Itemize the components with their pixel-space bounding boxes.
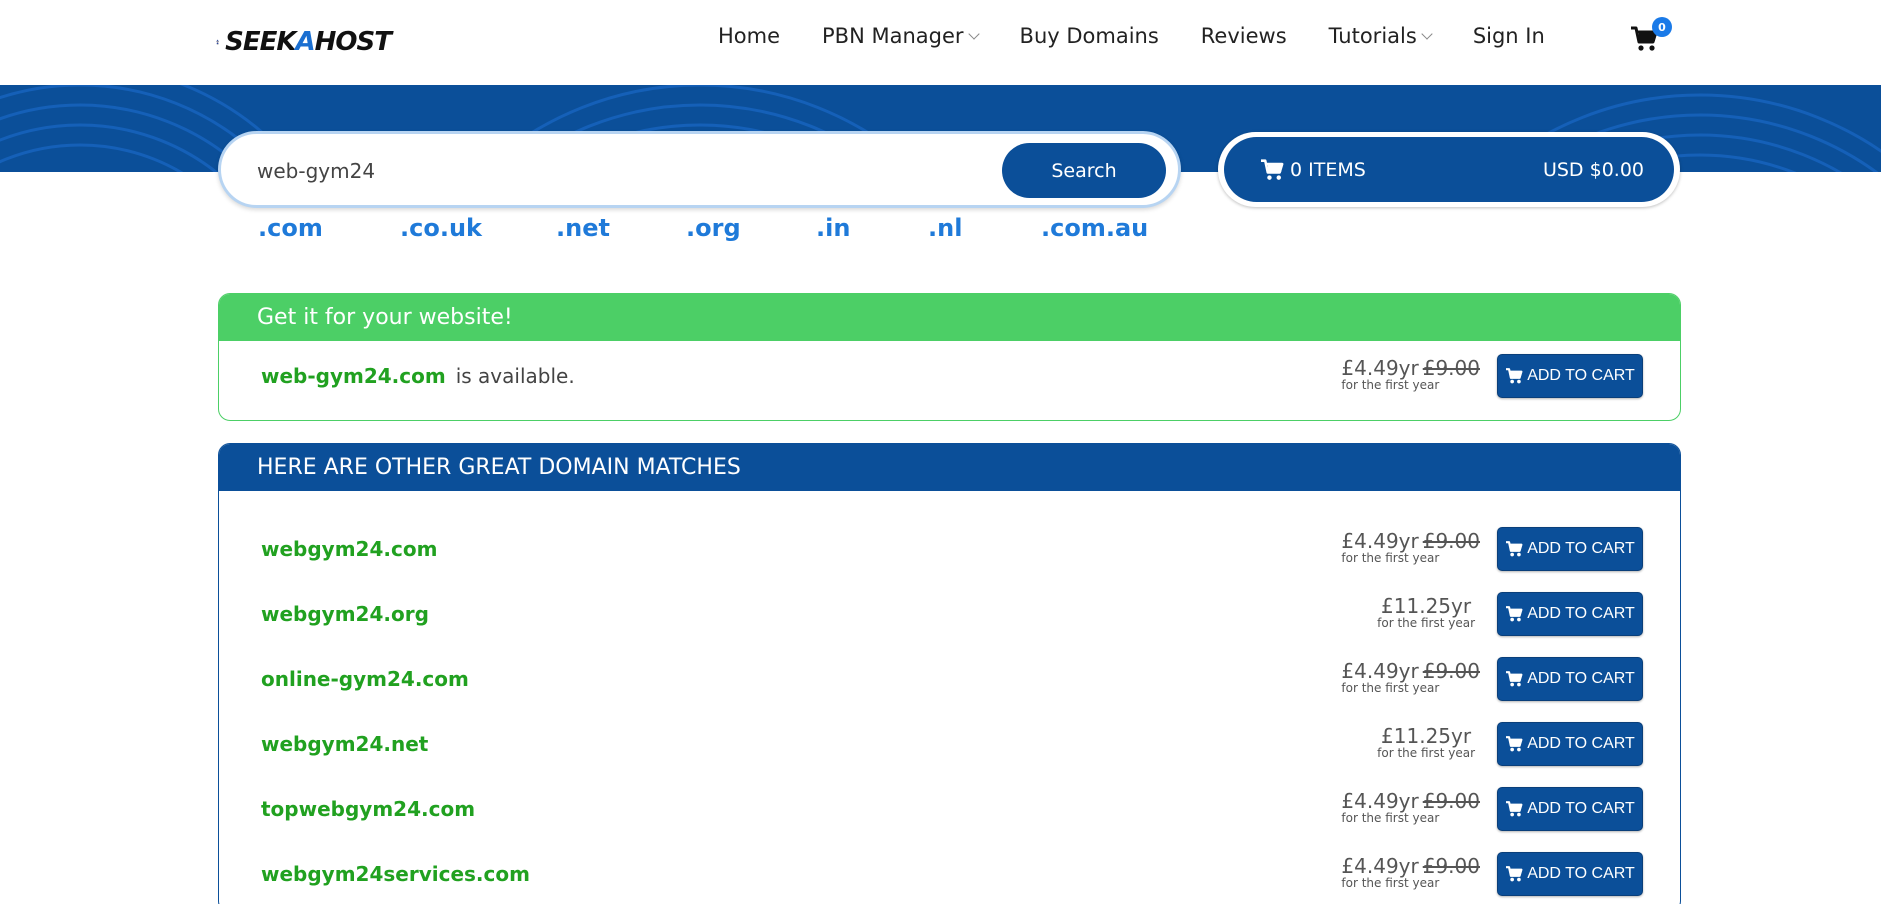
cart-icon: [1506, 541, 1523, 557]
domain-price: £4.49yr £9.00 for the first year: [1341, 529, 1480, 565]
tld-link[interactable]: .nl: [928, 214, 962, 242]
add-to-cart-button[interactable]: ADD TO CART: [1497, 354, 1643, 398]
cart-icon: [1506, 606, 1523, 622]
nav-tutorials[interactable]: Tutorials: [1329, 24, 1433, 48]
cart-items-count: 0 ITEMS: [1290, 158, 1366, 181]
chevron-down-icon: [1421, 28, 1433, 40]
tld-link[interactable]: .com.au: [1041, 214, 1148, 242]
tld-link[interactable]: .co.uk: [400, 214, 482, 242]
cart-count-badge: 0: [1652, 17, 1672, 37]
add-to-cart-button[interactable]: ADD TO CART: [1497, 787, 1643, 831]
cart-icon: [1506, 866, 1523, 882]
chevron-down-icon: [967, 28, 980, 40]
domain-price: £4.49yr £9.00 for the first year: [1341, 854, 1480, 890]
available-domain-row: web-gym24.com is available. £4.49yr £9.00 …: [219, 352, 1680, 402]
domain-search-box: Search: [218, 131, 1181, 208]
table-row: online-gym24.com £4.49yr £9.00 for the firs…: [219, 655, 1680, 705]
domain-name: online-gym24.com: [261, 667, 469, 691]
availability-heading: Get it for your website!: [219, 294, 1680, 341]
matches-heading: HERE ARE OTHER GREAT DOMAIN MATCHES: [219, 444, 1680, 491]
domain-name: webgym24services.com: [261, 862, 530, 886]
table-row: webgym24services.com £4.49yr £9.00 for the …: [219, 850, 1680, 900]
nav-pbn-manager[interactable]: PBN Manager: [822, 24, 980, 48]
domain-name: web-gym24.com is available.: [261, 364, 575, 388]
cart-icon: [1506, 736, 1523, 752]
nav-buy-domains[interactable]: Buy Domains: [1020, 24, 1159, 48]
domain-name: webgym24.org: [261, 602, 429, 626]
cart-total: USD $0.00: [1542, 158, 1644, 181]
domain-search-input[interactable]: [257, 154, 857, 188]
tld-link[interactable]: .com: [258, 214, 323, 242]
add-to-cart-button[interactable]: ADD TO CART: [1497, 592, 1643, 636]
add-to-cart-button[interactable]: ADD TO CART: [1497, 657, 1643, 701]
cart-summary[interactable]: 0 ITEMS USD $0.00: [1218, 132, 1680, 207]
nav-reviews[interactable]: Reviews: [1201, 24, 1287, 48]
add-to-cart-button[interactable]: ADD TO CART: [1497, 722, 1643, 766]
tld-link[interactable]: .org: [686, 214, 741, 242]
tld-link[interactable]: .net: [556, 214, 610, 242]
domain-price: £11.25yr for the first year: [1377, 594, 1475, 630]
domain-price: £4.49yr £9.00 for the first year: [1341, 659, 1480, 695]
nav-sign-in[interactable]: Sign In: [1473, 24, 1545, 48]
availability-card: Get it for your website! web-gym24.com is…: [218, 293, 1681, 421]
domain-price: £4.49yr £9.00 for the first year: [1341, 356, 1480, 392]
search-button[interactable]: Search: [1002, 143, 1166, 198]
table-row: webgym24.org £11.25yr for the first year AD…: [219, 590, 1680, 640]
domain-price: £4.49yr £9.00 for the first year: [1341, 789, 1480, 825]
wizard-mascot-icon: [216, 39, 220, 45]
table-row: webgym24.net £11.25yr for the first year AD…: [219, 720, 1680, 770]
domain-name: webgym24.net: [261, 732, 429, 756]
seekahost-logo[interactable]: SEEKAHOST: [216, 6, 392, 78]
cart-icon: [1506, 671, 1523, 687]
main-nav: Home PBN Manager Buy Domains Reviews Tut…: [718, 24, 1587, 48]
table-row: webgym24.com £4.49yr £9.00 for the first ye…: [219, 525, 1680, 575]
add-to-cart-button[interactable]: ADD TO CART: [1497, 852, 1643, 896]
domain-price: £11.25yr for the first year: [1377, 724, 1475, 760]
header-cart-button[interactable]: 0: [1628, 17, 1672, 56]
cart-icon: [1506, 368, 1523, 384]
add-to-cart-button[interactable]: ADD TO CART: [1497, 527, 1643, 571]
domain-matches-card: HERE ARE OTHER GREAT DOMAIN MATCHES webg…: [218, 443, 1681, 904]
nav-home[interactable]: Home: [718, 24, 780, 48]
cart-icon: [1261, 158, 1284, 180]
domain-name: webgym24.com: [261, 537, 438, 561]
table-row: topwebgym24.com £4.49yr £9.00 for the first…: [219, 785, 1680, 835]
cart-icon: [1506, 801, 1523, 817]
domain-name: topwebgym24.com: [261, 797, 476, 821]
tld-link[interactable]: .in: [816, 214, 850, 242]
site-header: SEEKAHOST Home PBN Manager Buy Domains R…: [0, 0, 1881, 85]
